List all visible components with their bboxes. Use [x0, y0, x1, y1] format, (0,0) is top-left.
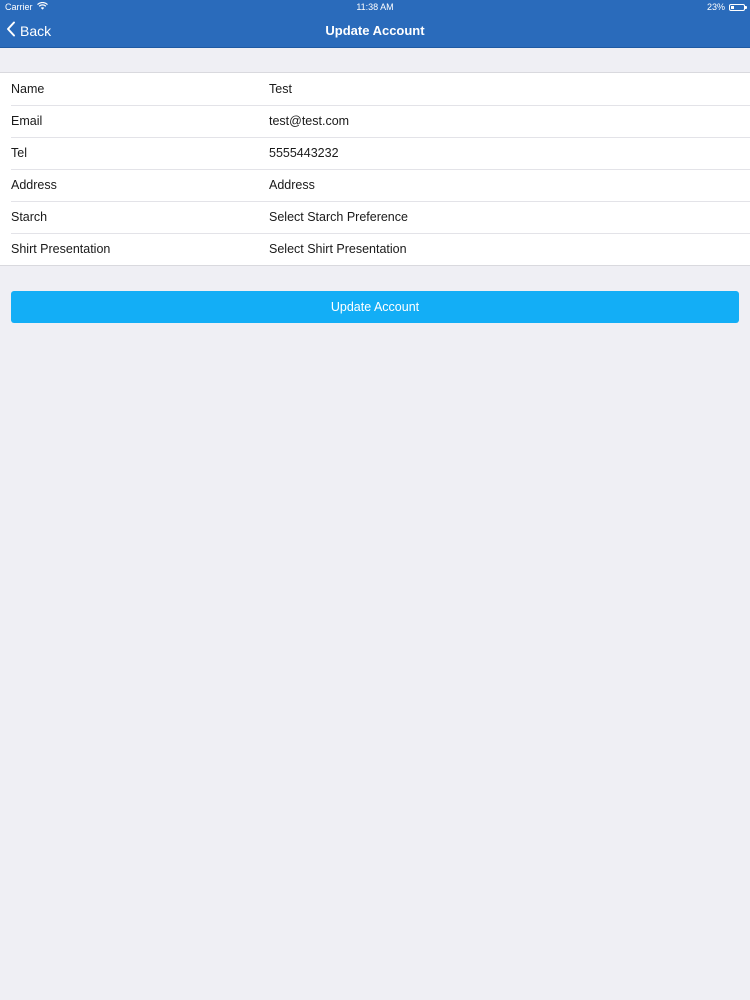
shirt-presentation-label: Shirt Presentation — [11, 242, 111, 256]
form-row-address[interactable]: Address Address — [0, 169, 750, 201]
starch-label: Starch — [11, 210, 48, 224]
name-label: Name — [11, 82, 45, 96]
form-row-shirt-presentation[interactable]: Shirt Presentation Select Shirt Presenta… — [0, 233, 750, 265]
starch-select[interactable]: Select Starch Preference — [269, 210, 408, 224]
email-field[interactable]: test@test.com — [269, 114, 349, 128]
battery-percent: 23% — [706, 2, 725, 12]
account-form: Name Test Email test@test.com Tel 555544… — [0, 72, 750, 266]
navigation-bar: Back Update Account — [0, 14, 750, 48]
form-row-tel[interactable]: Tel 5555443232 — [0, 137, 750, 169]
email-label: Email — [11, 114, 43, 128]
tel-label: Tel — [11, 146, 27, 160]
tel-field[interactable]: 5555443232 — [269, 146, 339, 160]
shirt-presentation-select[interactable]: Select Shirt Presentation — [269, 242, 407, 256]
status-time: 11:38 AM — [356, 2, 394, 12]
battery-level-fill — [731, 5, 734, 9]
update-account-button[interactable]: Update Account — [11, 291, 739, 323]
status-bar: Carrier 11:38 AM 23% — [0, 0, 750, 14]
battery-icon — [729, 3, 747, 11]
address-label: Address — [11, 178, 57, 192]
status-right: 23% — [706, 0, 747, 14]
form-row-email[interactable]: Email test@test.com — [0, 105, 750, 137]
name-field[interactable]: Test — [269, 82, 292, 96]
form-row-name[interactable]: Name Test — [0, 73, 750, 105]
address-field[interactable]: Address — [269, 178, 315, 192]
page-title: Update Account — [325, 23, 425, 38]
form-row-starch[interactable]: Starch Select Starch Preference — [0, 201, 750, 233]
